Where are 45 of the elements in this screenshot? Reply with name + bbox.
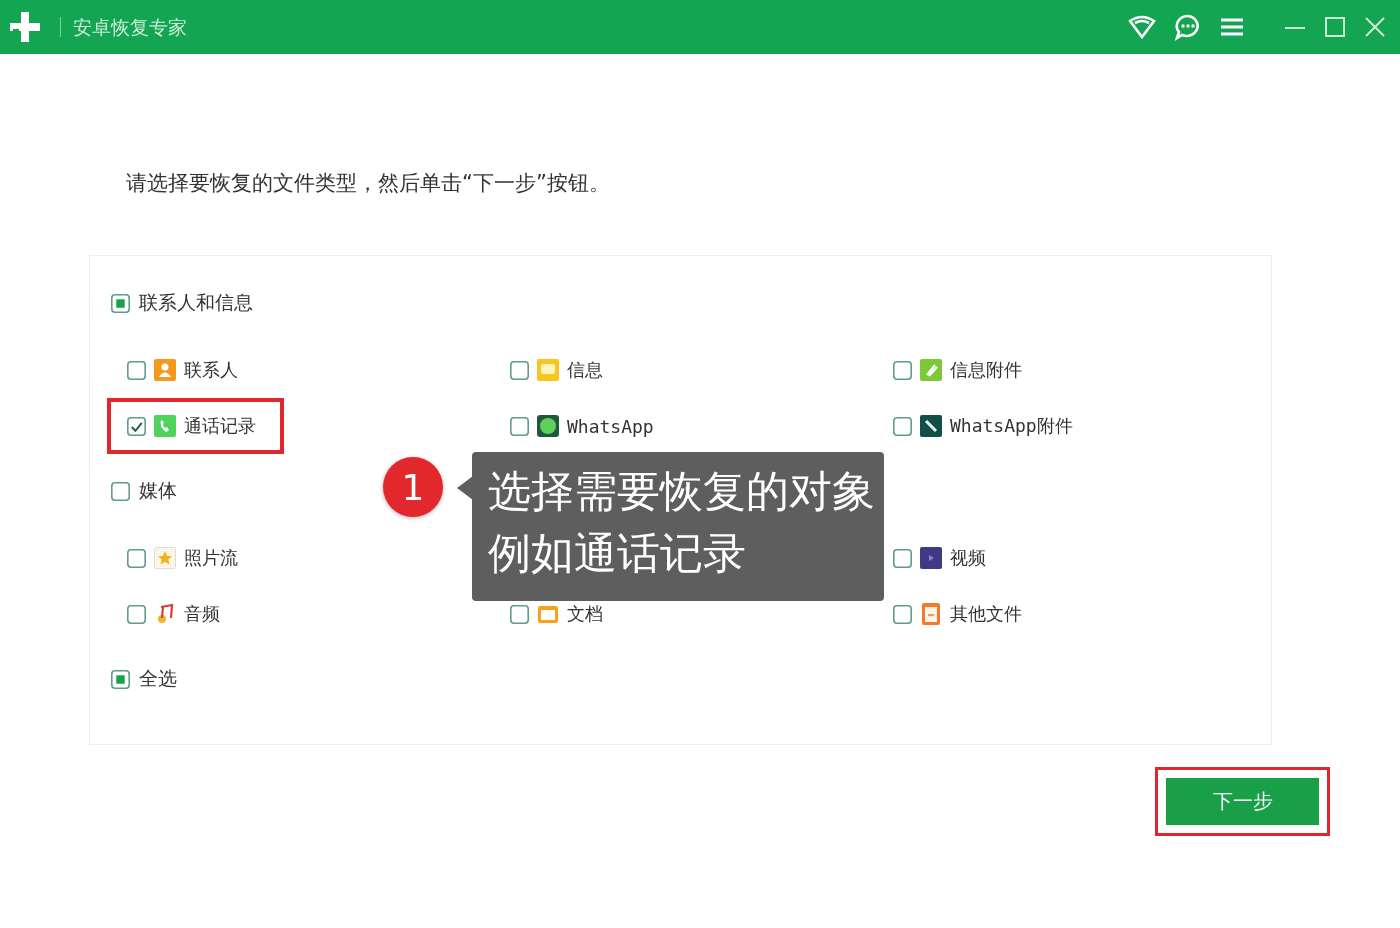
checkbox[interactable] <box>111 481 130 501</box>
option-label: 联系人 <box>184 358 238 382</box>
play-icon <box>920 547 942 569</box>
window-title: 安卓恢复专家 <box>60 17 187 37</box>
contact-card-icon <box>154 359 176 381</box>
phone-icon <box>154 415 176 437</box>
checkbox[interactable] <box>510 416 529 436</box>
chat-icon[interactable] <box>1174 13 1202 41</box>
callout-text: 例如通话记录 <box>488 527 747 580</box>
option-label: 视频 <box>950 546 986 570</box>
close-icon[interactable] <box>1364 16 1386 38</box>
menu-icon[interactable] <box>1220 17 1244 37</box>
group-label: 联系人和信息 <box>139 290 253 315</box>
option-label: 照片流 <box>184 546 238 570</box>
checkbox[interactable] <box>893 360 912 380</box>
option-label: WhatsApp <box>567 415 654 437</box>
checkbox[interactable] <box>893 548 912 568</box>
group-label: 媒体 <box>139 478 177 503</box>
checkbox[interactable] <box>510 360 529 380</box>
option-label: WhatsApp附件 <box>950 414 1073 438</box>
checkbox[interactable] <box>893 416 912 436</box>
checkbox[interactable] <box>893 604 912 624</box>
option-label: 其他文件 <box>950 602 1022 626</box>
next-button[interactable]: 下一步 <box>1166 778 1319 825</box>
checkbox[interactable] <box>127 416 146 436</box>
checkbox[interactable] <box>510 604 529 624</box>
message-bubble-icon <box>537 359 559 381</box>
checkbox[interactable] <box>127 604 146 624</box>
option-label: 文档 <box>567 602 603 626</box>
wifi-icon[interactable] <box>1128 15 1156 39</box>
app-logo-icon <box>8 10 42 44</box>
checkbox[interactable] <box>111 669 130 689</box>
checkbox[interactable] <box>127 548 146 568</box>
maximize-icon[interactable] <box>1324 16 1346 38</box>
instruction-text: 请选择要恢复的文件类型，然后单击“下一步”按钮。 <box>126 170 611 196</box>
option-label: 音频 <box>184 602 220 626</box>
option-label: 信息附件 <box>950 358 1022 382</box>
option-label: 信息 <box>567 358 603 382</box>
callout-text: 选择需要恢复的对象 <box>488 465 876 518</box>
option-label: 通话记录 <box>184 414 256 438</box>
step-number-badge: 1 <box>383 457 443 517</box>
group-label: 全选 <box>139 666 177 691</box>
checkbox[interactable] <box>127 360 146 380</box>
checkbox[interactable] <box>111 293 130 313</box>
document-icon <box>920 603 942 625</box>
